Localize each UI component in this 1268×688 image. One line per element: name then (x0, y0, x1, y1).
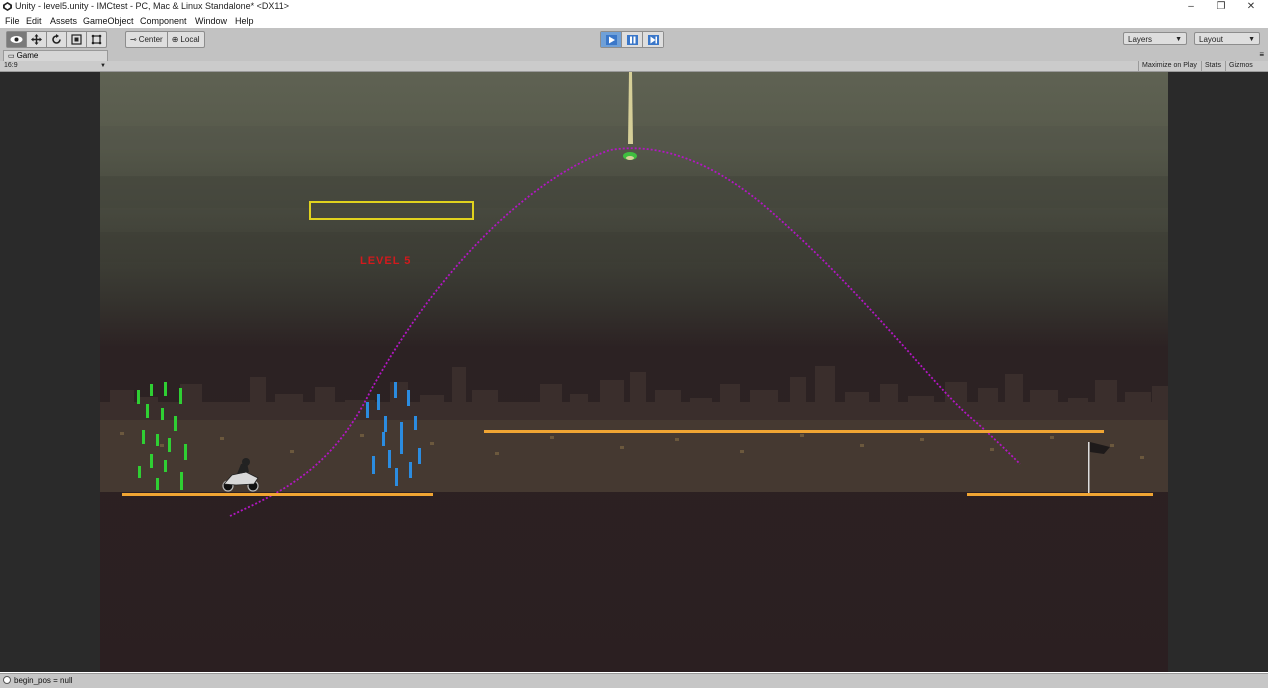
game-tab-icon: ▭ (8, 53, 17, 60)
step-icon (647, 34, 659, 45)
gizmos-dropdown[interactable]: Gizmos (1225, 61, 1256, 71)
layout-dropdown[interactable]: Layout ▼ (1194, 32, 1260, 45)
status-message: begin_pos = null (14, 676, 73, 685)
info-icon (3, 676, 11, 684)
game-scene[interactable]: LEVEL 5 (100, 72, 1168, 672)
target-glow (626, 156, 634, 160)
menu-window[interactable]: Window (195, 16, 227, 26)
menu-help[interactable]: Help (235, 16, 254, 26)
window-title-bar: Unity - level5.unity - IMCtest - PC, Mac… (0, 0, 1268, 14)
aspect-dropdown[interactable]: 16:9 ▼ (4, 61, 108, 71)
layers-dropdown[interactable]: Layers ▼ (1123, 32, 1187, 45)
flag-pole (1088, 442, 1090, 493)
level-label: LEVEL 5 (360, 255, 411, 267)
menu-assets[interactable]: Assets (50, 16, 77, 26)
panel-menu-icon[interactable]: ≡ (1259, 50, 1264, 59)
sky-band (100, 176, 1168, 208)
pivot-toggles: ⊸ Center ⊕ Local (125, 31, 205, 48)
console-status-bar[interactable]: begin_pos = null (0, 673, 1268, 688)
rotate-icon (52, 34, 61, 44)
minimize-button[interactable]: – (1176, 0, 1206, 14)
step-button[interactable] (643, 32, 663, 47)
menu-gameobject[interactable]: GameObject (83, 16, 134, 26)
pivot-icon: ⊸ (130, 35, 137, 44)
start-platform (122, 493, 433, 496)
rect-tool-icon (91, 34, 102, 45)
aspect-label: 16:9 (4, 62, 18, 69)
main-toolbar: ⊸ Center ⊕ Local Layers ▼ Layout ▼ (0, 28, 1268, 51)
play-icon (605, 34, 617, 45)
menu-bar: File Edit Assets GameObject Component Wi… (0, 14, 1268, 28)
pivot-center-toggle[interactable]: ⊸ Center (126, 32, 168, 47)
sky-band (100, 232, 1168, 262)
eye-icon (10, 36, 23, 43)
window-title: Unity - level5.unity - IMCtest - PC, Mac… (15, 1, 289, 11)
menu-file[interactable]: File (5, 16, 20, 26)
layout-label: Layout (1199, 35, 1224, 44)
pivot-label: Center (138, 35, 163, 44)
scale-icon (71, 34, 82, 45)
layers-label: Layers (1128, 35, 1153, 44)
chevron-down-icon: ▼ (100, 63, 106, 69)
scene-canvas: LEVEL 5 (100, 72, 1168, 672)
middle-platform (484, 430, 1104, 433)
sky-band (100, 126, 1168, 150)
unity-logo-icon (3, 2, 12, 11)
game-view[interactable]: LEVEL 5 (0, 72, 1268, 672)
move-tool-button[interactable] (27, 32, 47, 47)
handle-label: Local (180, 35, 200, 44)
rotate-tool-button[interactable] (47, 32, 67, 47)
game-tab-bar: ▭ Game ≡ (0, 50, 1268, 61)
play-controls (600, 31, 664, 48)
hand-tool-button[interactable] (7, 32, 27, 47)
pivot-local-toggle[interactable]: ⊕ Local (168, 32, 204, 47)
move-arrows-icon (31, 34, 42, 45)
pause-button[interactable] (622, 32, 643, 47)
play-button[interactable] (601, 32, 622, 47)
transform-tools (6, 31, 107, 48)
stats-toggle[interactable]: Stats (1201, 61, 1224, 71)
tab-game[interactable]: ▭ Game (3, 50, 108, 61)
globe-icon: ⊕ (171, 35, 179, 44)
chevron-down-icon: ▼ (1175, 36, 1182, 43)
maximize-button[interactable]: ❐ (1206, 0, 1236, 14)
rect-tool-button[interactable] (87, 32, 106, 47)
game-view-toolbar: 16:9 ▼ Maximize on Play Stats Gizmos (0, 61, 1268, 72)
close-button[interactable]: ✕ (1236, 0, 1266, 14)
pause-icon (626, 34, 638, 45)
finish-platform (967, 493, 1153, 496)
game-tab-label: Game (16, 51, 39, 60)
menu-edit[interactable]: Edit (26, 16, 42, 26)
menu-component[interactable]: Component (140, 16, 187, 26)
maximize-on-play-toggle[interactable]: Maximize on Play (1138, 61, 1200, 71)
chevron-down-icon: ▼ (1248, 36, 1255, 43)
scale-tool-button[interactable] (67, 32, 87, 47)
